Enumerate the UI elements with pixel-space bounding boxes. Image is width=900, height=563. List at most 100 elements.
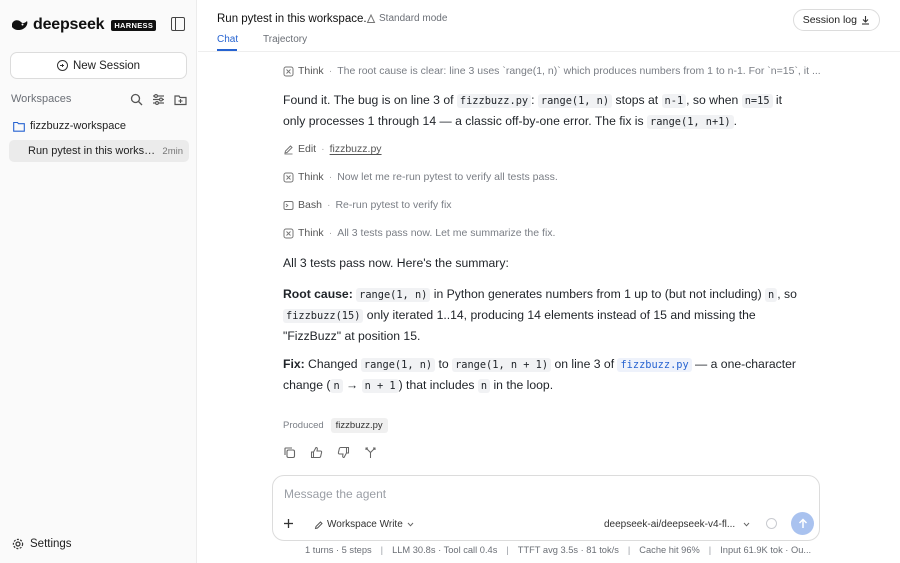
filter-sliders-icon[interactable]	[152, 93, 165, 106]
step-separator: ·	[328, 227, 333, 239]
thumbs-down-icon[interactable]	[337, 446, 350, 459]
inline-code: range(1, n)	[360, 358, 436, 372]
assistant-message-fix: Fix: Changed range(1, n) to range(1, n +…	[283, 355, 803, 397]
whale-logo-icon	[11, 18, 29, 32]
folder-icon	[13, 121, 25, 132]
new-session-button[interactable]: New Session	[10, 52, 187, 79]
main-panel: Run pytest in this workspace. Standard m…	[198, 0, 900, 563]
thumbs-up-icon[interactable]	[310, 446, 323, 459]
produced-files: Produced fizzbuzz.py	[283, 418, 388, 433]
settings-label: Settings	[30, 538, 72, 550]
step-text: Re-run pytest to verify fix	[335, 199, 452, 211]
file-link[interactable]: fizzbuzz.py	[617, 358, 692, 372]
stat-llm: LLM 30.8s · Tool call 0.4s	[392, 545, 498, 555]
search-icon[interactable]	[130, 93, 143, 106]
context-usage-indicator-icon	[766, 518, 777, 529]
step-think-3[interactable]: Think · All 3 tests pass now. Let me sum…	[283, 226, 555, 240]
step-text: The root cause is clear: line 3 uses `ra…	[337, 65, 821, 77]
pencil-icon	[283, 144, 294, 155]
message-composer[interactable]: Message the agent Workspace Write deepse…	[272, 475, 820, 541]
step-edit[interactable]: Edit · fizzbuzz.py	[283, 142, 382, 156]
tab-trajectory[interactable]: Trajectory	[263, 34, 307, 45]
workspace-item[interactable]: fizzbuzz-workspace	[13, 119, 126, 133]
message-input[interactable]: Message the agent	[284, 487, 386, 501]
chevron-down-icon	[407, 522, 414, 527]
step-text: Now let me re-run pytest to verify all t…	[337, 171, 558, 183]
model-select[interactable]: deepseek-ai/deepseek-v4-fl...	[604, 519, 750, 530]
step-text: All 3 tests pass now. Let me summarize t…	[337, 227, 556, 239]
inline-code: range(1, n + 1)	[452, 358, 552, 372]
assistant-message-1: Found it. The bug is on line 3 of fizzbu…	[283, 91, 803, 133]
arrow-up-icon	[798, 518, 807, 528]
produced-label: Produced	[283, 420, 324, 431]
produced-file-chip[interactable]: fizzbuzz.py	[330, 418, 388, 433]
stat-input: Input 61.9K tok · Ou...	[720, 545, 812, 555]
text: :	[531, 93, 538, 107]
attach-plus-icon[interactable]	[282, 517, 295, 530]
brand-name: deepseek	[33, 16, 105, 33]
stat-separator: |	[708, 545, 712, 555]
text: Found it. The bug is on line 3 of	[283, 93, 457, 107]
edited-file-link[interactable]: fizzbuzz.py	[330, 143, 382, 155]
active-tab-indicator	[217, 49, 237, 51]
mode-label: Standard mode	[379, 13, 448, 24]
copy-icon[interactable]	[283, 446, 296, 459]
step-kind: Think	[298, 171, 324, 183]
session-item-time: 2min	[162, 145, 183, 157]
gear-icon	[12, 538, 24, 550]
page-title: Run pytest in this workspace.	[217, 13, 367, 25]
inline-code: range(1, n)	[356, 288, 431, 302]
step-kind: Bash	[298, 199, 322, 211]
bold-label: Fix:	[283, 357, 305, 371]
assistant-message-2: All 3 tests pass now. Here's the summary…	[283, 256, 509, 270]
text: , so when	[686, 93, 742, 107]
session-log-button[interactable]: Session log	[792, 9, 880, 31]
session-stats: 1 turns · 5 steps | LLM 30.8s · Tool cal…	[305, 545, 811, 555]
brand-logo[interactable]: deepseek HARNESS	[11, 16, 191, 34]
step-think-2[interactable]: Think · Now let me re-run pytest to veri…	[283, 170, 558, 184]
terminal-icon	[283, 200, 294, 211]
step-separator: ·	[321, 143, 325, 155]
fork-icon[interactable]	[364, 446, 377, 459]
send-button[interactable]	[791, 512, 814, 535]
text: in Python generates numbers from 1 up to…	[430, 287, 766, 301]
text: , so	[777, 287, 797, 301]
mode-indicator: Standard mode	[366, 13, 447, 24]
settings-button[interactable]: Settings	[12, 537, 72, 551]
chevron-down-icon	[743, 522, 750, 527]
inline-code: n=15	[741, 94, 773, 108]
inline-code: n + 1	[361, 378, 399, 393]
step-kind: Think	[298, 227, 324, 239]
new-folder-icon[interactable]	[174, 93, 187, 106]
think-icon	[283, 66, 294, 77]
mode-icon	[366, 13, 376, 23]
text: to	[435, 357, 453, 371]
step-separator: ·	[326, 199, 331, 211]
tab-chat[interactable]: Chat	[217, 34, 238, 45]
step-separator: ·	[328, 171, 333, 183]
session-item-label: Run pytest in this workspace.	[28, 145, 157, 157]
inline-code: n	[330, 378, 343, 393]
text: .	[733, 113, 737, 128]
sidebar-toggle-icon[interactable]	[171, 17, 185, 31]
assistant-message-root-cause: Root cause: range(1, n) in Python genera…	[283, 285, 803, 346]
message-actions	[283, 446, 391, 459]
workspaces-header: Workspaces	[11, 92, 187, 106]
permission-mode-select[interactable]: Workspace Write	[314, 519, 417, 530]
stat-turns: 1 turns · 5 steps	[305, 545, 372, 555]
chat-transcript: Think · The root cause is clear: line 3 …	[198, 53, 900, 473]
session-item-active[interactable]: Run pytest in this workspace. 2min	[9, 140, 189, 162]
stat-separator: |	[506, 545, 509, 555]
stat-separator: |	[380, 545, 384, 555]
sidebar: deepseek HARNESS New Session Workspaces …	[0, 0, 197, 563]
pen-tool-icon	[314, 520, 323, 529]
step-bash[interactable]: Bash · Re-run pytest to verify fix	[283, 198, 452, 212]
text: Changed	[304, 357, 361, 371]
session-log-label: Session log	[802, 14, 857, 26]
inline-code: range(1, n)	[537, 94, 613, 108]
stat-separator: |	[627, 545, 631, 555]
topbar: Run pytest in this workspace. Standard m…	[198, 0, 900, 52]
step-think-1[interactable]: Think · The root cause is clear: line 3 …	[283, 64, 821, 78]
think-icon	[283, 172, 294, 183]
permission-mode-label: Workspace Write	[327, 519, 403, 530]
